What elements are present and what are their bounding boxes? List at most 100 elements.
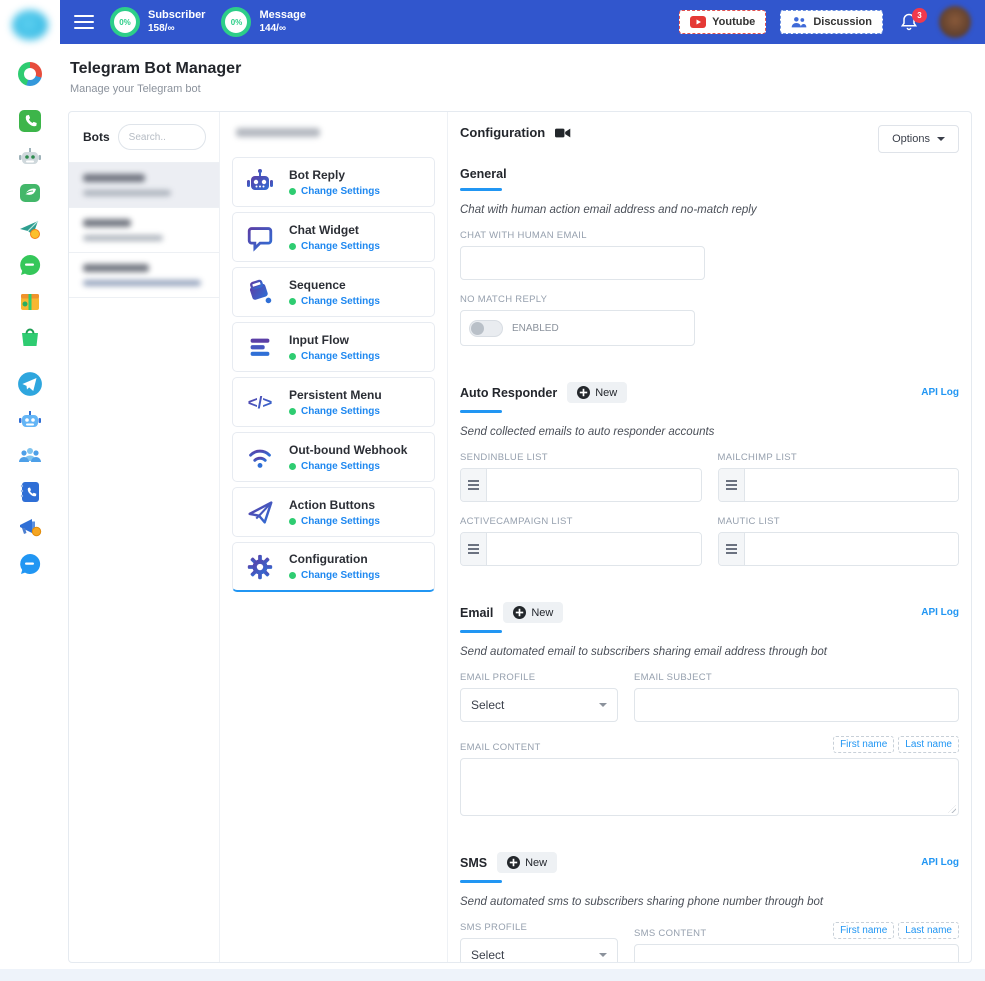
last-name-chip[interactable]: Last name xyxy=(898,736,959,753)
chat-with-human-email-input[interactable] xyxy=(460,246,705,280)
tab-underline xyxy=(460,880,502,883)
email-profile-select[interactable]: Select xyxy=(460,688,618,722)
status-dot xyxy=(289,518,296,525)
whatsapp-campaign-icon[interactable] xyxy=(17,216,43,242)
bot-menu-panel: Bot Reply Change Settings Chat Widget Ch… xyxy=(220,112,448,962)
bots-search-input[interactable] xyxy=(118,124,206,150)
mautic-list-input[interactable] xyxy=(745,533,959,565)
change-settings-link[interactable]: Change Settings xyxy=(301,516,380,527)
sms-new-button[interactable]: New xyxy=(497,852,557,873)
auto-responder-new-button[interactable]: New xyxy=(567,382,627,403)
message-count: 144/∞ xyxy=(259,23,305,36)
first-name-chip[interactable]: First name xyxy=(833,736,894,753)
email-section-title: Email xyxy=(460,606,493,620)
users-icon xyxy=(791,16,807,28)
input-flow-icon xyxy=(243,330,277,364)
list-icon xyxy=(461,469,487,501)
youtube-button[interactable]: Youtube xyxy=(679,10,766,34)
subscriber-stat: 0% Subscriber 158/∞ xyxy=(110,7,205,37)
change-settings-link[interactable]: Change Settings xyxy=(301,461,380,472)
video-tutorial-icon[interactable] xyxy=(555,127,571,139)
status-dot xyxy=(289,408,296,415)
auto-responder-api-log-link[interactable]: API Log xyxy=(921,387,959,398)
menu-card-persistent-menu[interactable]: </> Persistent Menu Change Settings xyxy=(232,377,435,427)
menu-card-outbound-webhook[interactable]: Out-bound Webhook Change Settings xyxy=(232,432,435,482)
menu-card-bot-reply[interactable]: Bot Reply Change Settings xyxy=(232,157,435,207)
notification-badge: 3 xyxy=(912,8,927,23)
no-match-reply-toggle[interactable] xyxy=(469,320,503,337)
page-subtitle: Manage your Telegram bot xyxy=(70,83,975,95)
configuration-title: Configuration xyxy=(460,125,545,140)
change-settings-link[interactable]: Change Settings xyxy=(301,570,380,581)
sms-api-log-link[interactable]: API Log xyxy=(921,857,959,868)
options-button[interactable]: Options xyxy=(878,125,959,153)
status-dot xyxy=(289,243,296,250)
whatsapp-bot-icon[interactable] xyxy=(17,144,43,170)
change-settings-link[interactable]: Change Settings xyxy=(301,241,380,252)
sms-content-textarea[interactable] xyxy=(634,944,959,963)
menu-toggle-icon[interactable] xyxy=(74,15,94,29)
tab-general[interactable]: General xyxy=(460,167,959,181)
bot-list-item[interactable] xyxy=(69,162,219,207)
activecampaign-list-input[interactable] xyxy=(487,533,701,565)
chevron-down-icon xyxy=(599,703,607,707)
whatsapp-addons-icon[interactable] xyxy=(17,288,43,314)
list-icon xyxy=(719,469,745,501)
bot-list-item[interactable] xyxy=(69,252,219,298)
menu-card-action-buttons[interactable]: Action Buttons Change Settings xyxy=(232,487,435,537)
message-label: Message xyxy=(259,9,305,23)
sms-profile-select[interactable]: Select xyxy=(460,938,618,963)
status-dot xyxy=(289,298,296,305)
sequence-icon xyxy=(243,275,277,309)
last-name-chip[interactable]: Last name xyxy=(898,922,959,939)
plus-circle-icon xyxy=(513,606,526,619)
status-dot xyxy=(289,188,296,195)
whatsapp-store-icon[interactable] xyxy=(17,324,43,350)
status-dot xyxy=(289,463,296,470)
change-settings-link[interactable]: Change Settings xyxy=(301,186,380,197)
message-progress-ring: 0% xyxy=(221,7,251,37)
bot-list-item[interactable] xyxy=(69,207,219,252)
whatsapp-icon[interactable] xyxy=(17,108,43,134)
subscriber-progress-ring: 0% xyxy=(110,7,140,37)
change-settings-link[interactable]: Change Settings xyxy=(301,351,380,362)
email-api-log-link[interactable]: API Log xyxy=(921,607,959,618)
mailchimp-list-input[interactable] xyxy=(745,469,959,501)
mautic-list-label: MAUTIC LIST xyxy=(718,516,960,527)
app-logo-icon[interactable] xyxy=(12,10,48,40)
telegram-icon[interactable] xyxy=(17,371,43,397)
whatsapp-chat-icon[interactable] xyxy=(17,252,43,278)
telegram-chat-icon[interactable] xyxy=(17,551,43,577)
sms-profile-label: SMS PROFILE xyxy=(460,922,618,933)
sendinblue-list-input[interactable] xyxy=(487,469,701,501)
menu-card-configuration[interactable]: Configuration Change Settings xyxy=(232,542,435,592)
telegram-contacts-icon[interactable] xyxy=(17,479,43,505)
email-subject-input[interactable] xyxy=(634,688,959,722)
list-icon xyxy=(719,533,745,565)
menu-card-sequence[interactable]: Sequence Change Settings xyxy=(232,267,435,317)
svg-text:</>: </> xyxy=(248,393,273,412)
tab-underline xyxy=(460,188,502,191)
email-subject-label: EMAIL SUBJECT xyxy=(634,672,959,683)
configuration-panel: Configuration Options General Chat with … xyxy=(448,112,971,962)
email-new-button[interactable]: New xyxy=(503,602,563,623)
telegram-group-icon[interactable] xyxy=(17,443,43,469)
telegram-bot-icon[interactable] xyxy=(17,407,43,433)
dashboard-icon[interactable] xyxy=(17,61,43,87)
chevron-down-icon xyxy=(937,137,945,141)
first-name-chip[interactable]: First name xyxy=(833,922,894,939)
plus-circle-icon xyxy=(577,386,590,399)
change-settings-link[interactable]: Change Settings xyxy=(301,406,380,417)
telegram-campaign-icon[interactable] xyxy=(17,515,43,541)
email-content-textarea[interactable] xyxy=(460,758,959,816)
bot-reply-icon xyxy=(243,165,277,199)
user-avatar[interactable] xyxy=(939,6,971,38)
menu-card-input-flow[interactable]: Input Flow Change Settings xyxy=(232,322,435,372)
email-content-label: EMAIL CONTENT xyxy=(460,742,541,753)
change-settings-link[interactable]: Change Settings xyxy=(301,296,380,307)
discussion-button[interactable]: Discussion xyxy=(780,10,883,34)
whatsapp-broadcast-icon[interactable] xyxy=(17,180,43,206)
action-buttons-icon xyxy=(243,495,277,529)
notifications-button[interactable]: 3 xyxy=(899,12,919,32)
menu-card-chat-widget[interactable]: Chat Widget Change Settings xyxy=(232,212,435,262)
